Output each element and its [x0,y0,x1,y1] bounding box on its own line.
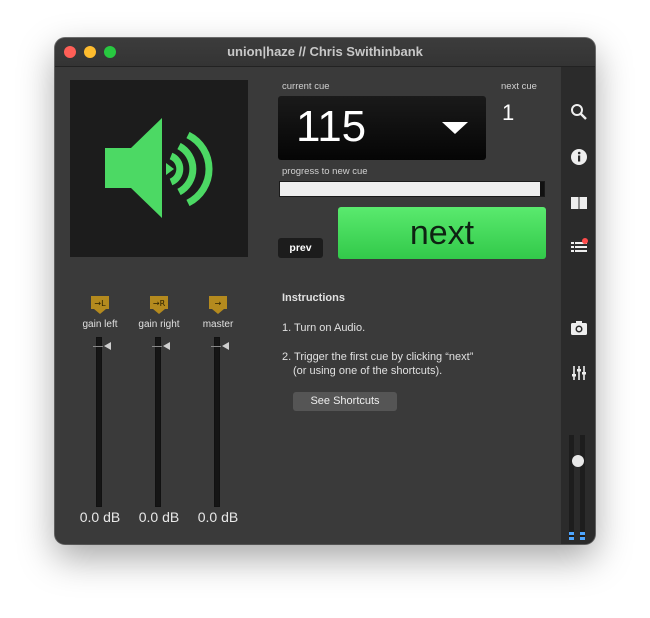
search-icon[interactable] [570,103,588,121]
dropdown-arrow-icon [442,122,468,134]
current-cue-value: 115 [296,102,367,151]
main-panel: current cue next cue 115 1 progress to n… [55,67,561,544]
speaker-icon [105,118,213,218]
gain-left-db: 0.0 dB [79,509,121,525]
gain-left-fader-mark [93,346,103,347]
info-icon[interactable] [570,148,588,166]
camera-icon[interactable] [570,319,588,337]
instructions-step-2: 2. Trigger the first cue by clicking “ne… [282,351,474,363]
master-icon: → [209,296,227,314]
current-cue-label: current cue [282,81,330,92]
gain-right-fader-thumb[interactable] [163,342,170,350]
gain-right-db: 0.0 dB [138,509,180,525]
cue-progress-bar [279,181,545,197]
audio-toggle[interactable] [70,80,248,257]
gain-right-badge: →R [153,299,166,308]
next-button[interactable]: next [338,207,546,259]
output-meter-right [580,435,585,540]
gain-left-fader-thumb[interactable] [104,342,111,350]
master-label: master [202,319,234,330]
book-icon[interactable] [570,194,588,212]
list-notification-icon[interactable] [570,238,588,256]
output-volume-knob[interactable] [572,455,584,467]
see-shortcuts-button[interactable]: See Shortcuts [293,392,397,411]
gain-left-badge: →L [94,299,106,308]
current-cue-select[interactable]: 115 [278,96,486,160]
master-fader-thumb[interactable] [222,342,229,350]
instructions-step-1: 1. Turn on Audio. [282,322,366,334]
progress-end-marker [540,182,544,196]
gain-left-icon: →L [91,296,109,314]
gain-right-label: gain right [138,319,180,330]
prev-button[interactable]: prev [278,238,323,258]
title-bar: union|haze // Chris Swithinbank [55,38,595,67]
app-window: union|haze // Chris Swithinbank current … [55,38,595,544]
instructions-title: Instructions [282,292,345,304]
master-db: 0.0 dB [197,509,239,525]
instructions-step-2-note: (or using one of the shortcuts). [293,365,443,377]
gain-right-fader-mark [152,346,162,347]
next-cue-label: next cue [501,81,537,92]
window-title: union|haze // Chris Swithinbank [227,44,423,59]
master-badge: → [215,299,222,308]
master-fader[interactable] [214,337,220,507]
progress-label: progress to new cue [282,166,368,177]
gain-left-label: gain left [82,319,118,330]
next-cue-value: 1 [502,100,515,125]
mixer-sliders-icon[interactable] [570,364,588,382]
master-fader-mark [211,346,221,347]
gain-left-fader[interactable] [96,337,102,507]
output-meter-left [569,435,574,540]
gain-right-fader[interactable] [155,337,161,507]
gain-right-icon: →R [150,296,168,314]
right-sidebar [561,67,595,544]
